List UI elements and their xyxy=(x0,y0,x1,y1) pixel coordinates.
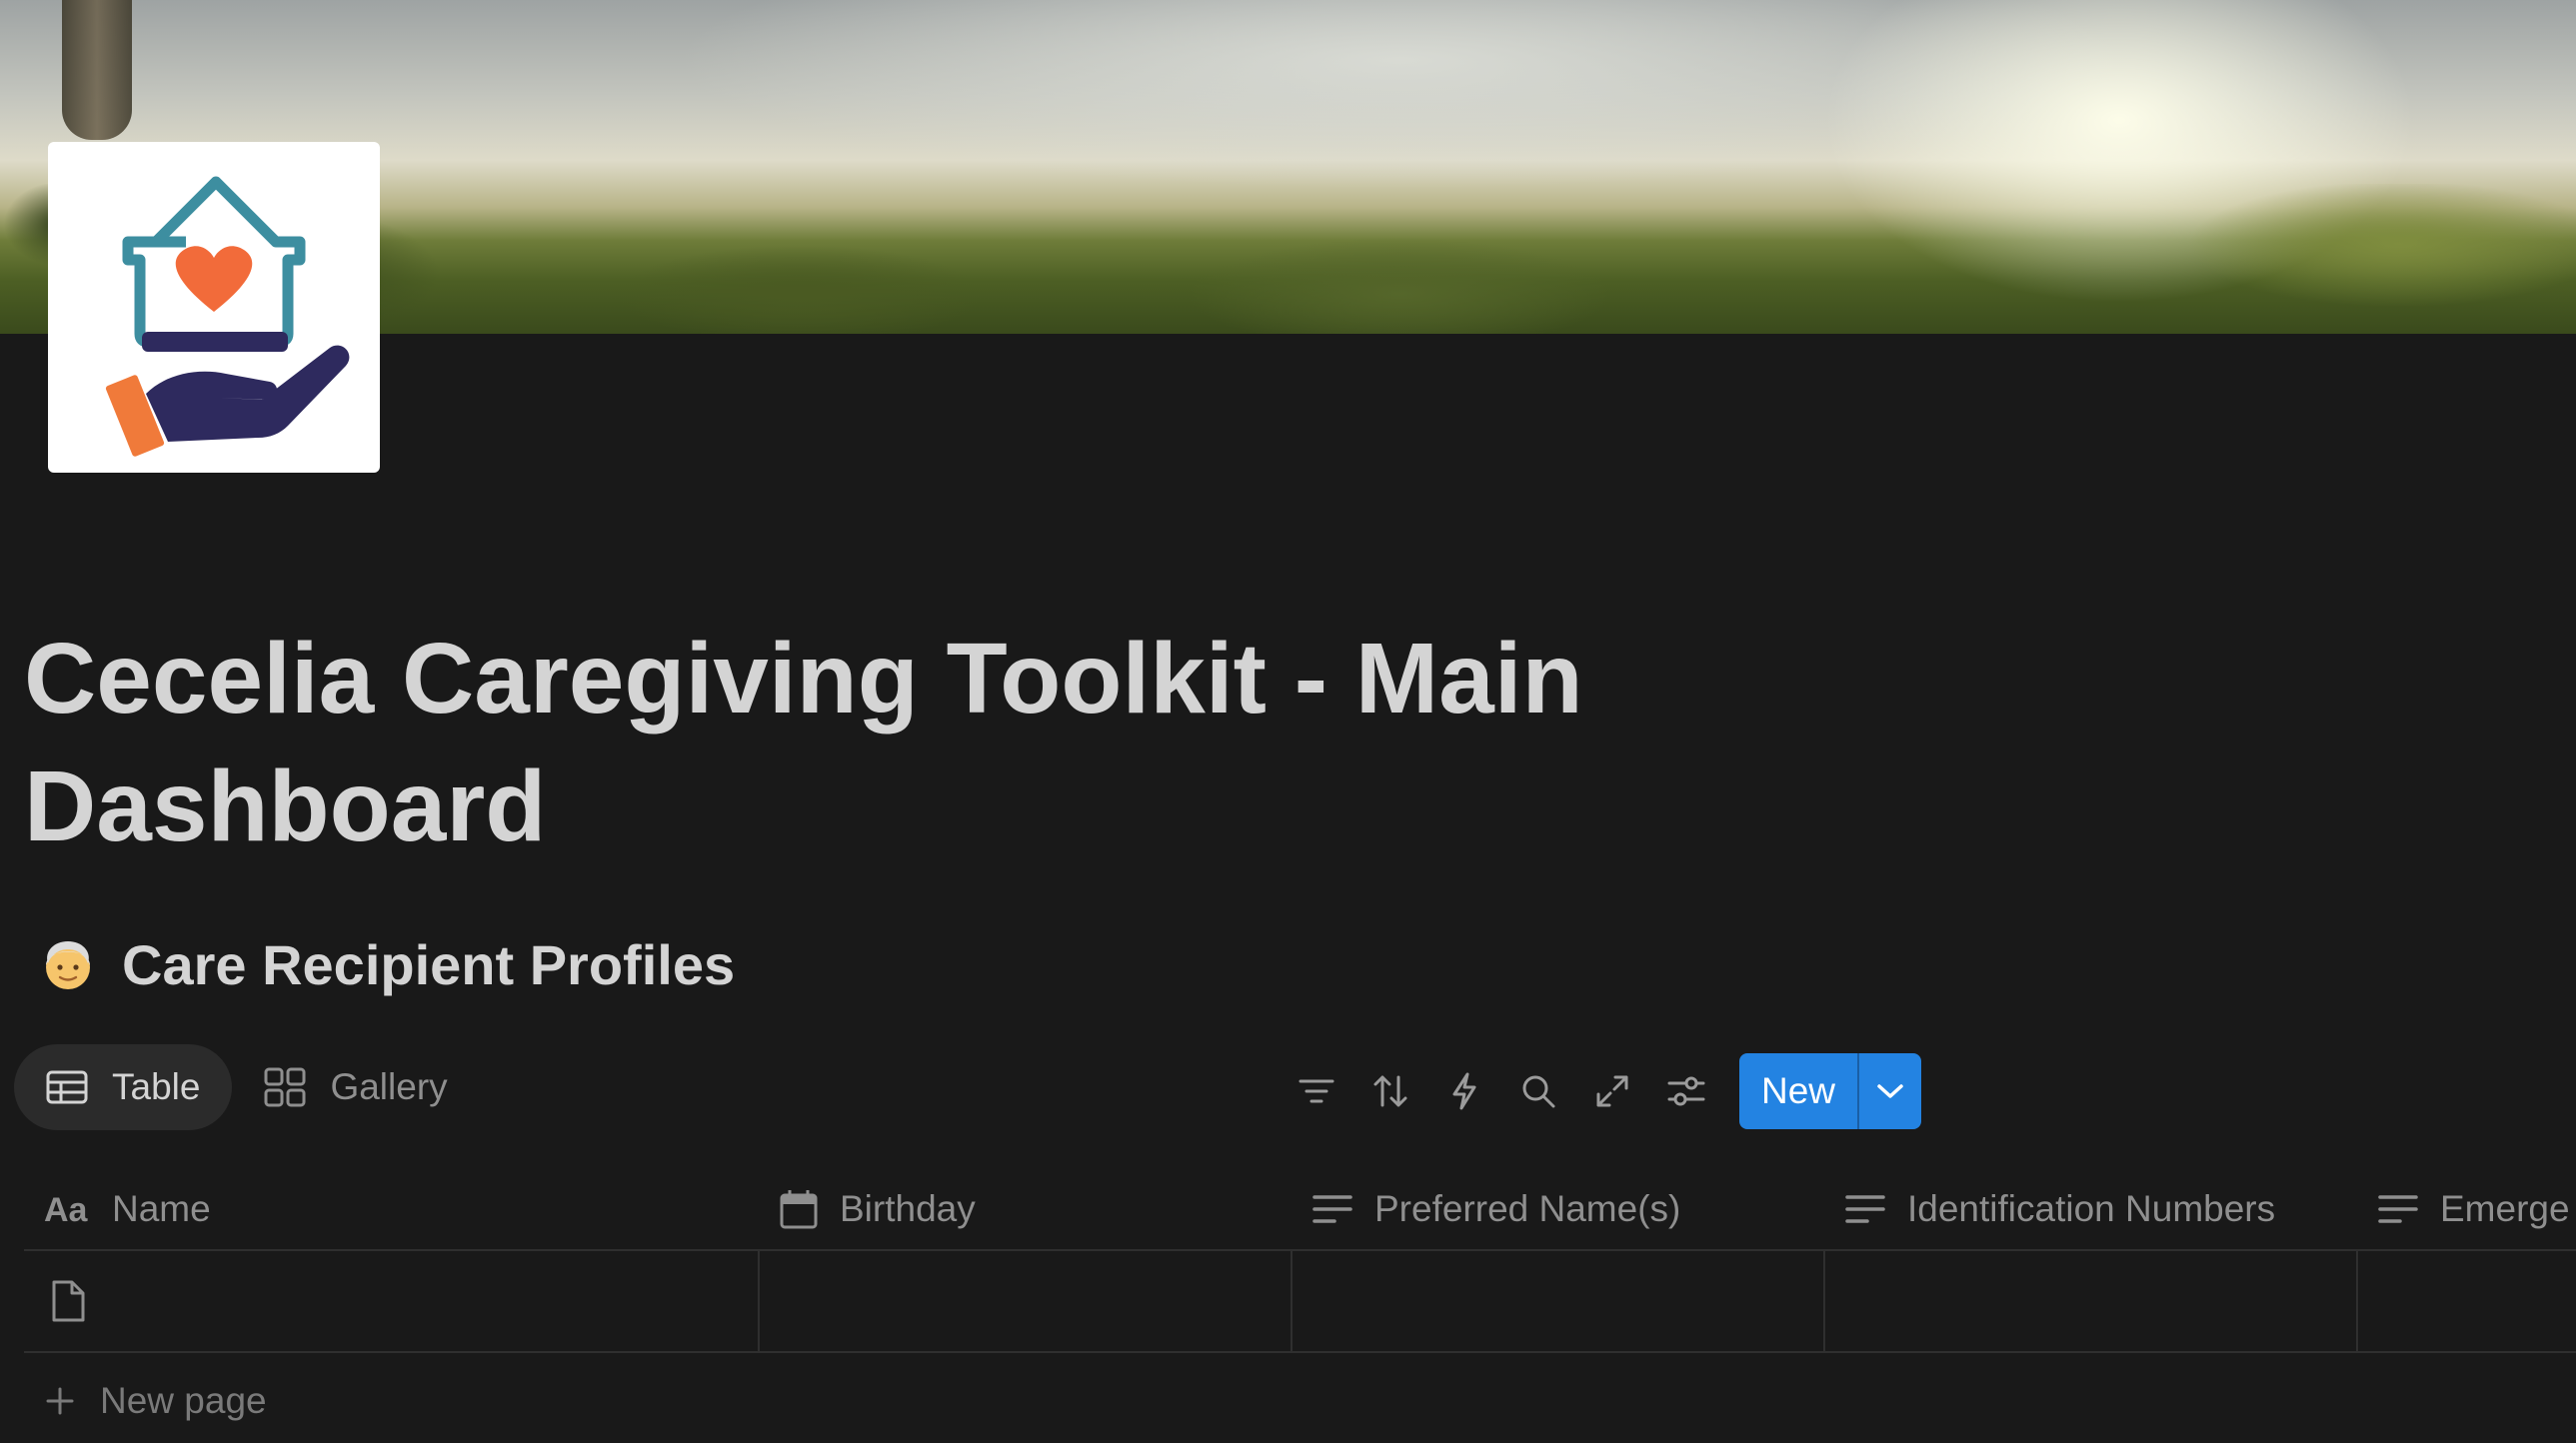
column-label: Emerge xyxy=(2440,1188,2570,1229)
tab-table[interactable]: Table xyxy=(14,1044,233,1130)
search-button[interactable] xyxy=(1501,1054,1575,1128)
sort-icon xyxy=(1373,1075,1407,1107)
column-header-birthday[interactable]: Birthday xyxy=(760,1169,1292,1249)
new-page-button[interactable]: New page xyxy=(46,1371,267,1431)
table-icon xyxy=(46,1070,88,1104)
page-document-icon xyxy=(52,1280,85,1322)
expand-icon xyxy=(1596,1075,1628,1107)
older-person-emoji-icon xyxy=(42,937,94,991)
automation-button[interactable] xyxy=(1427,1054,1501,1128)
svg-text:Aa: Aa xyxy=(44,1193,89,1225)
cell-identification-numbers[interactable] xyxy=(1825,1251,2358,1351)
page-icon-logo[interactable] xyxy=(48,142,380,473)
database-toolbar: New xyxy=(1280,1053,1921,1129)
new-dropdown-button[interactable] xyxy=(1857,1053,1921,1129)
database-title: Care Recipient Profiles xyxy=(122,932,736,996)
sliders-icon xyxy=(1667,1076,1705,1106)
tab-gallery-label: Gallery xyxy=(330,1066,448,1107)
plus-icon xyxy=(46,1387,74,1415)
text-lines-icon xyxy=(2378,1195,2418,1223)
view-tabs: Table Gallery xyxy=(14,1044,480,1130)
column-label: Birthday xyxy=(840,1188,976,1229)
column-label: Preferred Name(s) xyxy=(1374,1188,1681,1229)
cell-emergency[interactable] xyxy=(2358,1251,2576,1351)
search-icon xyxy=(1522,1075,1555,1108)
settings-button[interactable] xyxy=(1649,1054,1723,1128)
page-cover-image[interactable] xyxy=(0,0,2576,334)
tree-trunk xyxy=(62,0,132,140)
gallery-icon xyxy=(264,1067,306,1107)
title-aa-icon: Aa xyxy=(44,1193,89,1225)
column-label: Identification Numbers xyxy=(1907,1188,2276,1229)
database-table: Aa Name Birthday Preferred Name(s) Ident… xyxy=(24,1169,2576,1353)
filter-icon xyxy=(1298,1079,1334,1103)
column-header-identification-numbers[interactable]: Identification Numbers xyxy=(1825,1169,2358,1249)
expand-button[interactable] xyxy=(1575,1054,1649,1128)
cell-name[interactable] xyxy=(24,1251,760,1351)
database-heading[interactable]: Care Recipient Profiles xyxy=(42,929,735,999)
calendar-icon xyxy=(780,1190,818,1229)
tab-gallery[interactable]: Gallery xyxy=(232,1044,479,1130)
table-row[interactable] xyxy=(24,1251,2576,1353)
column-header-emergency[interactable]: Emerge xyxy=(2358,1169,2576,1249)
table-header-row: Aa Name Birthday Preferred Name(s) Ident… xyxy=(24,1169,2576,1251)
sort-button[interactable] xyxy=(1353,1054,1427,1128)
lightning-icon xyxy=(1452,1072,1476,1110)
new-button-group: New xyxy=(1739,1053,1921,1129)
cell-preferred-names[interactable] xyxy=(1292,1251,1825,1351)
filter-button[interactable] xyxy=(1280,1054,1353,1128)
column-header-name[interactable]: Aa Name xyxy=(24,1169,760,1249)
column-header-preferred-names[interactable]: Preferred Name(s) xyxy=(1292,1169,1825,1249)
column-label: Name xyxy=(112,1188,211,1229)
new-page-label: New page xyxy=(100,1380,267,1421)
chevron-down-icon xyxy=(1877,1084,1903,1098)
text-lines-icon xyxy=(1312,1195,1352,1223)
house-heart-hand-icon xyxy=(105,176,350,457)
treeline xyxy=(0,184,2576,334)
page-title[interactable]: Cecelia Caregiving Toolkit - Main Dashbo… xyxy=(24,615,1803,870)
text-lines-icon xyxy=(1845,1195,1885,1223)
new-button[interactable]: New xyxy=(1739,1053,1857,1129)
tab-table-label: Table xyxy=(112,1066,201,1107)
cell-birthday[interactable] xyxy=(760,1251,1292,1351)
